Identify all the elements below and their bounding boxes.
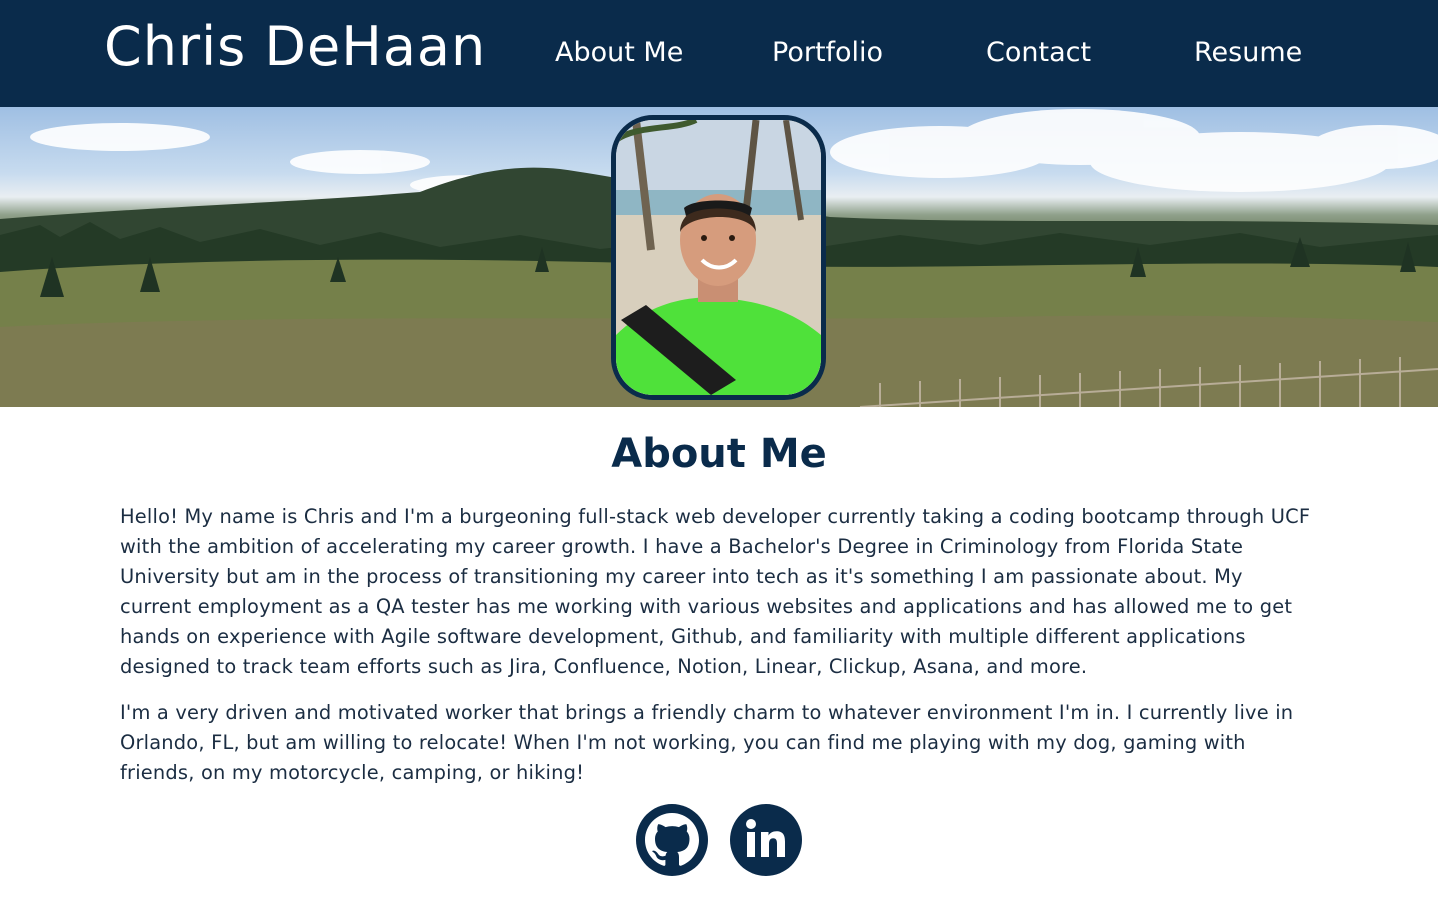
profile-photo xyxy=(611,115,826,400)
profile-portrait-illustration xyxy=(616,120,821,395)
github-link[interactable] xyxy=(636,804,708,876)
site-brand[interactable]: Chris DeHaan xyxy=(104,12,486,82)
top-navbar: Chris DeHaan About Me Portfolio Contact … xyxy=(0,0,1438,107)
about-me-heading: About Me xyxy=(611,431,827,477)
about-paragraph-2: I'm a very driven and motivated worker t… xyxy=(120,701,1294,784)
nav-link-resume[interactable]: Resume xyxy=(1194,34,1302,72)
github-icon xyxy=(645,813,699,866)
nav-link-about-me[interactable]: About Me xyxy=(555,34,683,72)
about-paragraph-1: Hello! My name is Chris and I'm a burgeo… xyxy=(120,505,1311,678)
linkedin-link[interactable] xyxy=(730,804,802,876)
nav-link-contact[interactable]: Contact xyxy=(986,34,1091,72)
nav-link-portfolio[interactable]: Portfolio xyxy=(772,34,883,72)
linkedin-icon xyxy=(746,819,785,857)
